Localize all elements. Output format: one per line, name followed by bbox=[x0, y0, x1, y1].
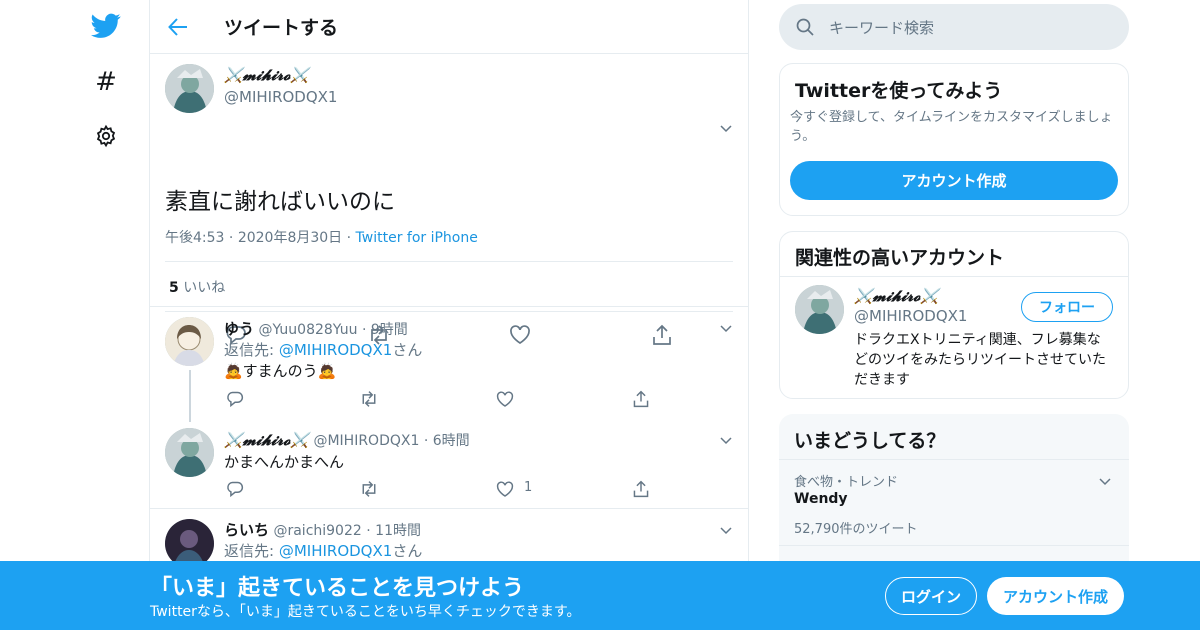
author-name[interactable]: ⚔️𝓶𝓲𝓱𝓲𝓻𝓸⚔️ bbox=[224, 66, 309, 84]
divider bbox=[165, 261, 733, 262]
meta-dot: · bbox=[423, 433, 429, 449]
retweet-icon[interactable] bbox=[358, 478, 380, 500]
search-icon bbox=[796, 18, 814, 36]
follow-button[interactable]: フォロー bbox=[1021, 292, 1113, 322]
reply-header: ゆう @Yuu0828Yuu · 9時間 bbox=[224, 318, 408, 339]
reply-text: 🙇すまんのう🙇 bbox=[224, 362, 337, 380]
avatar[interactable] bbox=[165, 519, 214, 561]
reply-time[interactable]: 9時間 bbox=[371, 322, 408, 338]
tweet-date[interactable]: 2020年8月30日 bbox=[238, 230, 342, 246]
reply-tweet[interactable]: ⚔️𝓶𝓲𝓱𝓲𝓻𝓸⚔️ @MIHIRODQX1 · 6時間 かまへんかまへん 1 bbox=[150, 418, 748, 508]
create-account-button[interactable]: アカウント作成 bbox=[790, 161, 1118, 200]
reply-actions bbox=[150, 388, 748, 410]
reply-header: ⚔️𝓶𝓲𝓱𝓲𝓻𝓸⚔️ @MIHIRODQX1 · 6時間 bbox=[224, 430, 470, 450]
reply-header: らいち @raichi9022 · 11時間 bbox=[224, 519, 421, 540]
meta-dot: · bbox=[366, 523, 371, 539]
chevron-down-icon[interactable] bbox=[720, 434, 732, 449]
meta-dot: · bbox=[228, 230, 238, 246]
share-icon[interactable] bbox=[630, 478, 652, 500]
bottom-bar-subtitle: Twitterなら、「いま」起きていることをいち早くチェックできます。 bbox=[150, 604, 581, 620]
login-button[interactable]: ログイン bbox=[885, 577, 977, 615]
related-account-name[interactable]: ⚔️𝓶𝓲𝓱𝓲𝓻𝓸⚔️ bbox=[854, 287, 939, 305]
reply-icon[interactable] bbox=[224, 478, 246, 500]
tweet-time[interactable]: 午後4:53 bbox=[165, 230, 224, 246]
trends-card: いまどうしてる？ 食べ物・トレンド Wendy 52,790件のツイート bbox=[779, 414, 1129, 561]
gear-icon[interactable] bbox=[90, 120, 122, 152]
reply-tweet[interactable]: ゆう @Yuu0828Yuu · 9時間 返信先: @MIHIRODQX1さん … bbox=[150, 306, 748, 418]
heart-icon[interactable] bbox=[494, 478, 516, 500]
retweet-icon[interactable] bbox=[358, 388, 380, 410]
reply-time[interactable]: 11時間 bbox=[375, 523, 421, 539]
meta-dot: · bbox=[361, 322, 367, 338]
bottom-bar-title: 「いま」起きていることを見つけよう bbox=[150, 576, 525, 601]
create-account-button[interactable]: アカウント作成 bbox=[987, 577, 1124, 615]
avatar[interactable] bbox=[165, 64, 214, 113]
reply-author-name[interactable]: ⚔️𝓶𝓲𝓱𝓲𝓻𝓸⚔️ bbox=[224, 431, 309, 449]
reply-tweet[interactable]: らいち @raichi9022 · 11時間 返信先: @MIHIRODQX1さ… bbox=[150, 508, 748, 561]
page-header: ツイートする bbox=[150, 0, 748, 54]
chevron-down-icon[interactable] bbox=[720, 122, 732, 137]
reply-author-handle[interactable]: @raichi9022 bbox=[273, 523, 361, 539]
signup-card: Twitterを使ってみよう 今すぐ登録して、タイムラインをカスタマイズしましょ… bbox=[779, 63, 1129, 216]
reply-actions: 1 bbox=[150, 478, 748, 500]
chevron-down-icon[interactable] bbox=[720, 524, 732, 539]
reply-to-line: 返信先: @MIHIRODQX1さん bbox=[224, 339, 422, 360]
reply-to-handle[interactable]: @MIHIRODQX1 bbox=[279, 341, 392, 359]
reply-author-handle[interactable]: @MIHIRODQX1 bbox=[313, 433, 419, 449]
signup-card-description: 今すぐ登録して、タイムラインをカスタマイズしましょう。 bbox=[790, 110, 1113, 144]
reply-author-name[interactable]: ゆう bbox=[224, 320, 254, 338]
tweet-source[interactable]: Twitter for iPhone bbox=[356, 230, 478, 246]
search-bar[interactable]: キーワード検索 bbox=[779, 4, 1129, 50]
related-accounts-card: 関連性の高いアカウント ⚔️𝓶𝓲𝓱𝓲𝓻𝓸⚔️ @MIHIRODQX1 フォロー … bbox=[779, 231, 1129, 399]
search-input[interactable]: キーワード検索 bbox=[829, 17, 934, 38]
related-account-handle[interactable]: @MIHIRODQX1 bbox=[854, 307, 967, 325]
meta-dot: · bbox=[346, 230, 356, 246]
main-column: ツイートする ⚔️𝓶𝓲𝓱𝓲𝓻𝓸⚔️ @MIHIRODQX1 素直に謝ればいいのに… bbox=[149, 0, 749, 630]
likes-count: 5 bbox=[169, 280, 179, 296]
like-count: 1 bbox=[524, 480, 533, 495]
reply-to-prefix: 返信先: bbox=[224, 542, 279, 560]
avatar[interactable] bbox=[165, 317, 214, 366]
twitter-bird-icon[interactable] bbox=[90, 10, 122, 42]
share-icon[interactable] bbox=[630, 388, 652, 410]
reply-icon[interactable] bbox=[224, 388, 246, 410]
reply-author-handle[interactable]: @Yuu0828Yuu bbox=[258, 322, 357, 338]
heart-icon[interactable] bbox=[494, 388, 516, 410]
trend-tweet-count: 52,790件のツイート bbox=[794, 522, 918, 537]
avatar[interactable] bbox=[795, 285, 844, 334]
reply-time[interactable]: 6時間 bbox=[433, 433, 470, 449]
chevron-down-icon[interactable] bbox=[720, 322, 732, 337]
tweet-meta: 午後4:53 · 2020年8月30日 · Twitter for iPhone bbox=[165, 227, 478, 247]
reply-author-name[interactable]: らいち bbox=[224, 521, 269, 539]
divider bbox=[779, 459, 1129, 460]
tweet-text: 素直に謝ればいいのに bbox=[165, 189, 395, 215]
related-card-title: 関連性の高いアカウント bbox=[795, 247, 1005, 269]
divider bbox=[779, 545, 1129, 546]
likes-stat[interactable]: 5 いいね bbox=[169, 277, 225, 297]
reply-to-suffix: さん bbox=[392, 542, 423, 560]
arrow-left-icon[interactable] bbox=[168, 17, 198, 36]
likes-label: いいね bbox=[183, 280, 226, 296]
reply-to-handle[interactable]: @MIHIRODQX1 bbox=[279, 542, 392, 560]
trend-name: Wendy bbox=[794, 491, 848, 507]
author-handle[interactable]: @MIHIRODQX1 bbox=[224, 88, 337, 106]
page-title: ツイートする bbox=[224, 17, 339, 39]
reply-to-suffix: さん bbox=[392, 341, 423, 359]
reply-to-line: 返信先: @MIHIRODQX1さん bbox=[224, 540, 422, 561]
chevron-down-icon[interactable] bbox=[1099, 475, 1111, 490]
reply-to-prefix: 返信先: bbox=[224, 341, 279, 359]
trend-category: 食べ物・トレンド bbox=[794, 475, 899, 490]
bottom-signup-bar: 「いま」起きていることを見つけよう Twitterなら、「いま」起きていることを… bbox=[0, 561, 1200, 630]
divider bbox=[780, 276, 1128, 277]
trends-title: いまどうしてる？ bbox=[794, 430, 946, 452]
signup-card-title: Twitterを使ってみよう bbox=[795, 80, 1003, 102]
hashtag-icon[interactable]: # bbox=[90, 66, 122, 98]
related-account-bio: ドラクエXトリニティ関連、フレ募集などのツイをみたらリツイートさせていただきます bbox=[854, 332, 1106, 388]
avatar[interactable] bbox=[165, 428, 214, 477]
reply-text: かまへんかまへん bbox=[224, 453, 345, 471]
